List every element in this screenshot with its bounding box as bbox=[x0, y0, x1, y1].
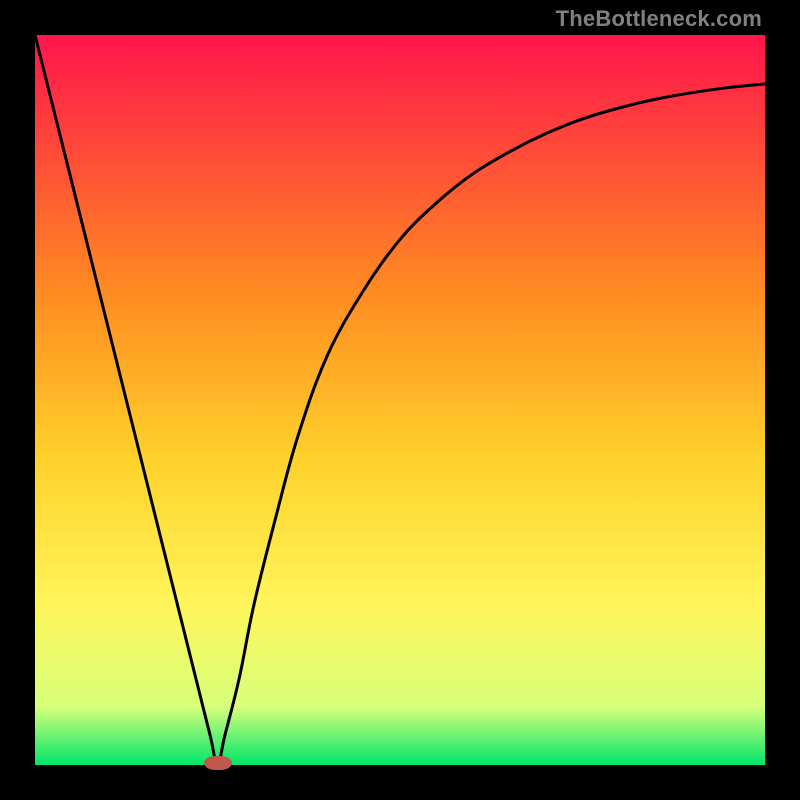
bottleneck-curve-path bbox=[35, 35, 765, 765]
optimal-marker bbox=[204, 756, 232, 770]
chart-frame: TheBottleneck.com bbox=[0, 0, 800, 800]
watermark-text: TheBottleneck.com bbox=[556, 6, 762, 32]
chart-curve bbox=[35, 35, 765, 765]
